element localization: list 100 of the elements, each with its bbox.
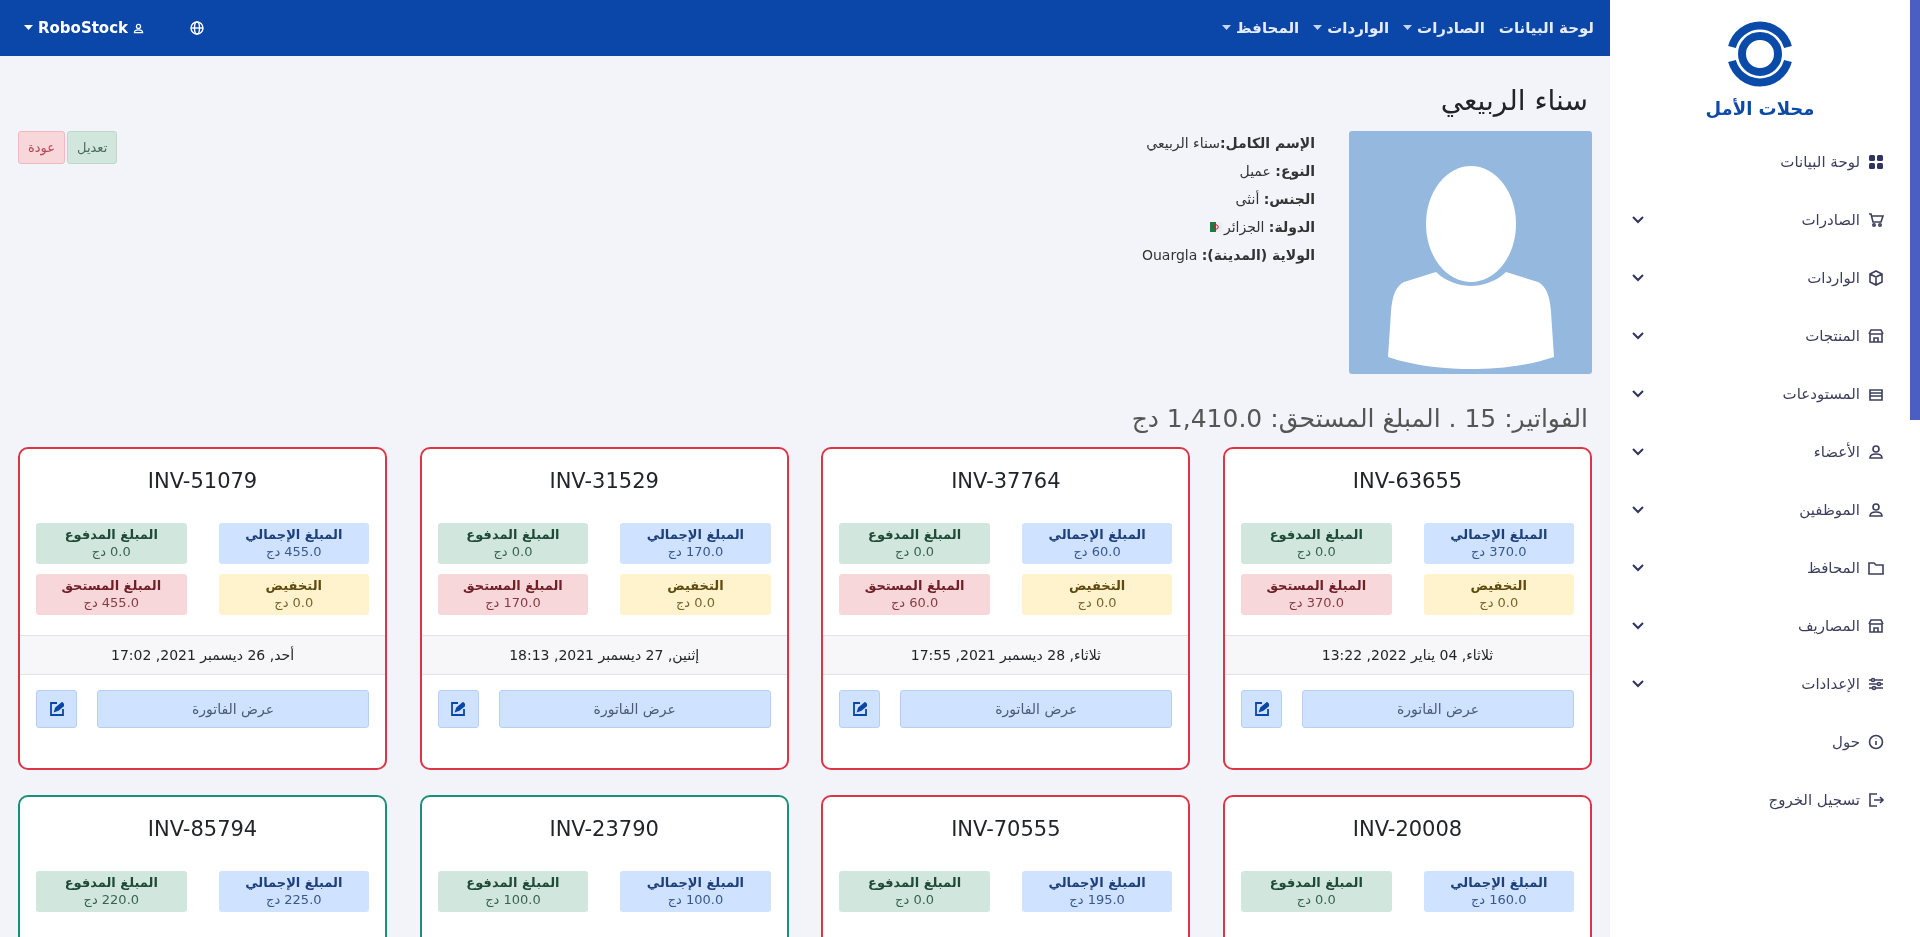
chevron-icon — [1632, 506, 1644, 514]
amount-value: 0.0 دج — [90, 544, 132, 559]
caret-icon — [1222, 25, 1232, 31]
amount-label: المبلغ المستحق — [60, 578, 163, 593]
nav-link[interactable]: لوحة البيانات — [1498, 19, 1594, 37]
chevron-icon — [1632, 622, 1644, 630]
store-icon — [1868, 328, 1884, 344]
amount-label: التخفيض — [666, 578, 725, 593]
sidebar-item[interactable]: المنتجات — [1610, 307, 1910, 365]
amount-value: 220.0 دج — [82, 892, 141, 907]
globe-icon[interactable] — [190, 21, 205, 35]
logout-icon — [1868, 792, 1884, 808]
amount-label: المبلغ المدفوع — [465, 527, 561, 542]
folder-icon — [1868, 560, 1884, 576]
amount-value: 0.0 دج — [273, 595, 315, 610]
amount-value: 455.0 دج — [82, 595, 141, 610]
edit-invoice-button[interactable] — [437, 690, 479, 728]
amount-value: 370.0 دج — [1469, 544, 1528, 559]
amount-label: التخفيض — [264, 578, 323, 593]
amount-label: المبلغ المدفوع — [63, 527, 159, 542]
sidebar-item[interactable]: المستودعات — [1610, 365, 1910, 423]
amount-value: 225.0 دج — [265, 892, 323, 907]
sidebar-item[interactable]: تسجيل الخروج — [1610, 771, 1910, 829]
caret-icon — [1313, 25, 1323, 31]
caret-icon — [24, 25, 33, 31]
user-menu[interactable]: RoboStock — [24, 19, 145, 37]
box-icon — [1868, 270, 1884, 286]
invoice-number: INV-37764 — [950, 468, 1062, 495]
view-invoice-button[interactable]: عرض الفاتورة — [1302, 690, 1574, 728]
amount-label: المبلغ الإجمالي — [244, 875, 344, 890]
sidebar-item[interactable]: المحافظ — [1610, 539, 1910, 597]
view-invoice-button[interactable]: عرض الفاتورة — [900, 690, 1173, 728]
amount-label: المبلغ الإجمالي — [1047, 875, 1147, 890]
amount-label: المبلغ المستحق — [863, 578, 966, 593]
amount-label: المبلغ المدفوع — [63, 875, 159, 890]
amount-value: 0.0 دج — [894, 544, 936, 559]
amount-value: 0.0 دج — [1295, 892, 1337, 907]
amount-label: التخفيض — [1469, 578, 1528, 593]
amount-label: المبلغ المدفوع — [867, 875, 963, 890]
chevron-icon — [1632, 564, 1644, 572]
nav-link[interactable]: المحافظ — [1222, 19, 1300, 37]
amount-label: المبلغ الإجمالي — [1047, 527, 1147, 542]
edit-icon — [49, 702, 64, 716]
amount-value: 100.0 دج — [484, 892, 542, 907]
amount-value: 160.0 دج — [1469, 892, 1528, 907]
sidebar-item[interactable]: الإعدادات — [1610, 655, 1910, 713]
sidebar-item[interactable]: لوحة البيانات — [1610, 133, 1910, 191]
amount-label: المبلغ الإجمالي — [1449, 875, 1549, 890]
view-invoice-button[interactable]: عرض الفاتورة — [97, 690, 370, 728]
chevron-icon — [1632, 680, 1644, 688]
amount-label: المبلغ الإجمالي — [645, 527, 746, 542]
nav-link[interactable]: الصادرات — [1403, 19, 1485, 37]
sidebar-item[interactable]: حول — [1610, 713, 1910, 771]
amount-value: 0.0 دج — [1295, 544, 1337, 559]
amount-label: المبلغ الإجمالي — [645, 875, 746, 890]
view-invoice-button[interactable]: عرض الفاتورة — [498, 690, 771, 728]
invoice-number: INV-63655 — [1351, 468, 1464, 495]
amount-label: المبلغ المدفوع — [867, 527, 963, 542]
edit-invoice-button[interactable] — [839, 690, 881, 728]
invoice-number: INV-31529 — [548, 468, 660, 495]
scrollbar[interactable] — [1910, 0, 1920, 420]
cart-icon — [1868, 212, 1884, 228]
amount-value: 0.0 دج — [1478, 595, 1520, 610]
sidebar-item[interactable]: المصاريف — [1610, 597, 1910, 655]
edit-icon — [451, 702, 466, 716]
amount-value: 0.0 دج — [894, 892, 936, 907]
amount-label: المبلغ المدفوع — [1268, 875, 1364, 890]
invoice-number: INV-20008 — [1351, 816, 1464, 843]
sidebar-item[interactable]: الأعضاء — [1610, 423, 1910, 481]
amount-value: 170.0 دج — [484, 595, 542, 610]
edit-invoice-button[interactable] — [1241, 690, 1282, 728]
edit-button[interactable]: تعديل — [67, 131, 118, 164]
info-icon — [1868, 734, 1884, 750]
amount-value: 455.0 دج — [265, 544, 323, 559]
info-line: النوع: عميل — [1239, 163, 1315, 179]
amount-value: 370.0 دج — [1287, 595, 1345, 610]
sidebar-item[interactable]: الواردات — [1610, 249, 1910, 307]
invoices-summary: الفواتير: 15 . المبلغ المستحق: 1,410.0 دج — [1130, 404, 1588, 433]
invoice-date: أحد, 26 ديسمبر 2021, 17:02 — [20, 635, 386, 675]
caret-icon — [1403, 25, 1413, 31]
amount-label: المبلغ المدفوع — [1268, 527, 1364, 542]
amount-label: المبلغ المستحق — [1265, 578, 1368, 593]
grid-icon — [1868, 154, 1884, 170]
amount-value: 195.0 دج — [1068, 892, 1126, 907]
invoice-number: INV-51079 — [146, 468, 259, 495]
invoice-date: ثلاثاء, 04 يناير 2022, 13:22 — [1225, 635, 1590, 675]
edit-invoice-button[interactable] — [36, 690, 78, 728]
chevron-icon — [1632, 274, 1644, 282]
amount-value: 0.0 دج — [674, 595, 716, 610]
amount-value: 60.0 دج — [1072, 544, 1122, 559]
sidebar-item[interactable]: الموظفين — [1610, 481, 1910, 539]
back-button[interactable]: عودة — [18, 131, 66, 164]
nav-link[interactable]: الواردات — [1313, 19, 1390, 37]
amount-label: المبلغ المستحق — [462, 578, 564, 593]
amount-value: 100.0 دج — [666, 892, 725, 907]
info-line: الدولة: الجزائر — [1223, 219, 1315, 235]
sidebar-item[interactable]: الصادرات — [1610, 191, 1910, 249]
edit-icon — [1254, 702, 1269, 716]
customer-name: سناء الربيعي — [1439, 84, 1588, 117]
sliders-icon — [1868, 676, 1884, 692]
